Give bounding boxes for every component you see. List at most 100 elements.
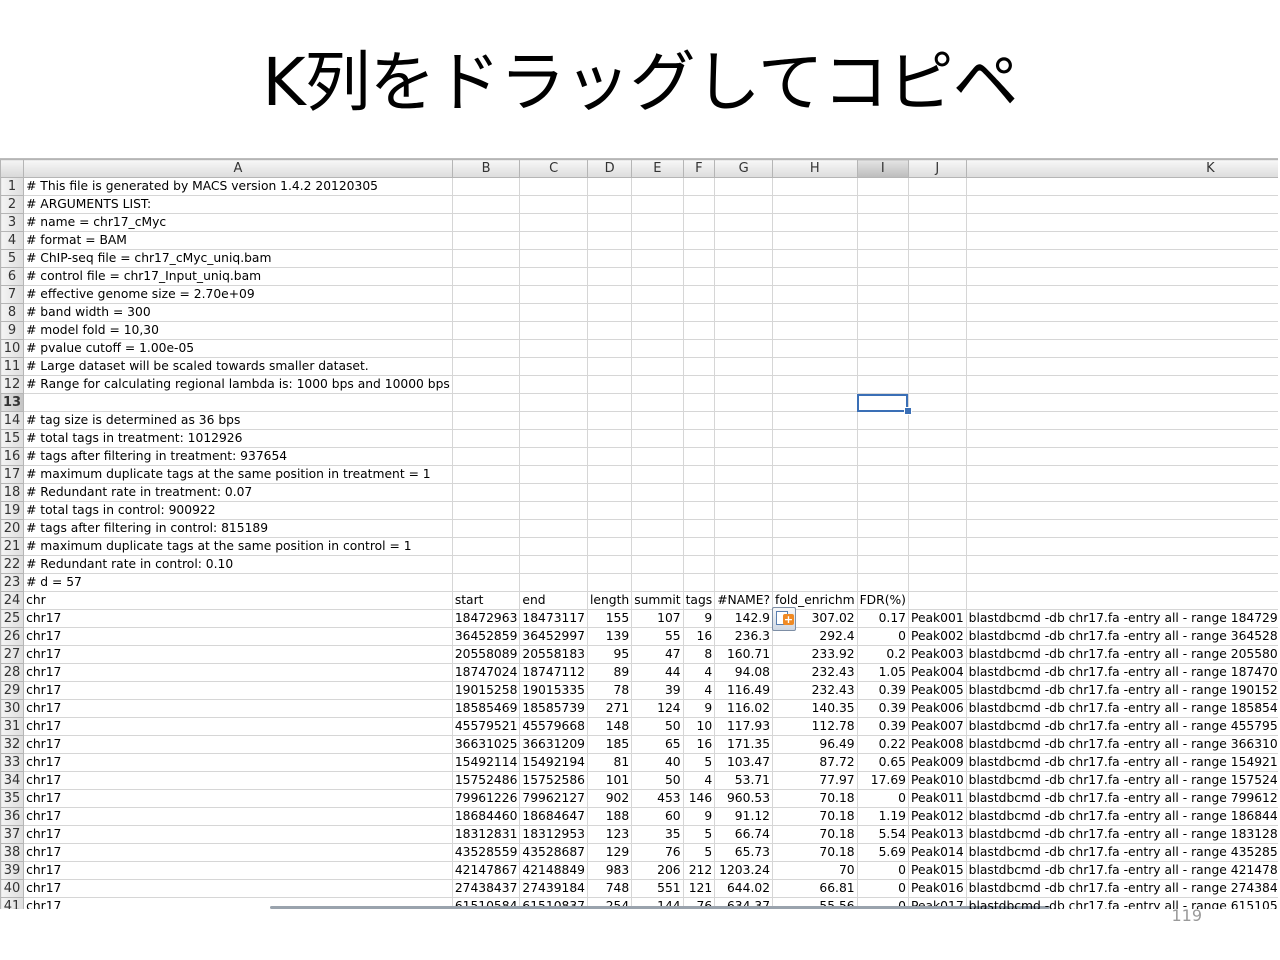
cell-length[interactable]: 188 — [586, 807, 633, 826]
cell[interactable] — [907, 537, 967, 556]
cell[interactable] — [631, 573, 684, 592]
row-header[interactable]: 17 — [0, 465, 25, 484]
cell[interactable] — [519, 519, 588, 538]
cell[interactable] — [683, 501, 716, 520]
cell-peak-name[interactable]: Peak012 — [907, 807, 967, 826]
cell-summit[interactable]: 60 — [631, 807, 684, 826]
cell-a[interactable]: # band width = 300 — [23, 303, 453, 322]
cell[interactable] — [519, 537, 588, 556]
cell[interactable] — [683, 249, 716, 268]
cell-length[interactable]: 81 — [586, 753, 633, 772]
row-header[interactable]: 34 — [0, 771, 25, 790]
cell[interactable] — [772, 465, 858, 484]
cell-peak-name[interactable]: Peak011 — [907, 789, 967, 808]
cell[interactable] — [907, 591, 967, 610]
cell[interactable] — [965, 555, 1278, 574]
cell-length[interactable]: 983 — [586, 861, 633, 880]
cell-fold[interactable]: 112.78 — [772, 717, 858, 736]
cell[interactable] — [907, 321, 967, 340]
cell-length[interactable]: 89 — [586, 663, 633, 682]
cell-start[interactable]: 36452859 — [451, 627, 521, 646]
cell-a[interactable]: # control file = chr17_Input_uniq.bam — [23, 267, 453, 286]
row-header[interactable]: 28 — [0, 663, 25, 682]
cell-summit[interactable]: 50 — [631, 771, 684, 790]
cell-chr[interactable]: chr17 — [23, 663, 453, 682]
cell[interactable] — [714, 393, 774, 412]
cell[interactable] — [587, 267, 633, 286]
cell[interactable] — [587, 357, 633, 376]
cell-blast-command[interactable]: blastdbcmd -db chr17.fa -entry all - ran… — [965, 753, 1278, 772]
cell[interactable] — [772, 357, 858, 376]
cell-start[interactable]: 45579521 — [451, 717, 521, 736]
cell[interactable] — [519, 375, 588, 394]
column-header-e[interactable]: E — [631, 159, 684, 178]
cell[interactable] — [683, 195, 716, 214]
cell-tags[interactable]: 4 — [682, 681, 716, 700]
cell[interactable] — [856, 555, 909, 574]
cell[interactable] — [907, 303, 967, 322]
cell[interactable] — [856, 303, 909, 322]
row-header[interactable]: 11 — [0, 357, 25, 376]
cell[interactable] — [907, 501, 967, 520]
row-header[interactable]: 18 — [0, 483, 25, 502]
cell[interactable] — [631, 357, 684, 376]
cell[interactable] — [965, 519, 1278, 538]
cell-tags[interactable]: 5 — [682, 753, 716, 772]
cell[interactable] — [452, 411, 521, 430]
cell[interactable] — [965, 213, 1278, 232]
cell-peak-name[interactable]: Peak009 — [907, 753, 967, 772]
cell[interactable] — [907, 429, 967, 448]
cell[interactable] — [631, 177, 684, 196]
cell-summit[interactable]: 55 — [631, 627, 684, 646]
cell-tags[interactable]: 4 — [682, 771, 716, 790]
cell-end[interactable]: 18684647 — [519, 807, 588, 826]
cell[interactable] — [452, 339, 521, 358]
cell-start[interactable]: 18312831 — [451, 825, 521, 844]
cell[interactable] — [714, 213, 774, 232]
cell[interactable] — [631, 537, 684, 556]
cell-name[interactable]: 236.3 — [714, 627, 774, 646]
cell-peak-name[interactable]: Peak013 — [907, 825, 967, 844]
cell-a[interactable]: # pvalue cutoff = 1.00e-05 — [23, 339, 453, 358]
cell[interactable] — [965, 393, 1278, 412]
cell-chr[interactable]: chr17 — [23, 879, 453, 898]
cell[interactable] — [907, 393, 967, 412]
cell[interactable] — [631, 429, 684, 448]
cell-end[interactable]: 36452997 — [519, 627, 588, 646]
cell[interactable] — [519, 501, 588, 520]
row-header[interactable]: 19 — [0, 501, 25, 520]
cell-length[interactable]: 155 — [586, 609, 633, 628]
cell-name[interactable]: 116.02 — [714, 699, 774, 718]
cell-blast-command[interactable]: blastdbcmd -db chr17.fa -entry all - ran… — [965, 825, 1278, 844]
cell[interactable] — [452, 375, 521, 394]
cell[interactable] — [714, 501, 774, 520]
cell[interactable] — [519, 303, 588, 322]
cell[interactable] — [683, 555, 716, 574]
cell-end[interactable]: 15752586 — [519, 771, 588, 790]
cell[interactable] — [907, 483, 967, 502]
cell-name[interactable]: 65.73 — [714, 843, 774, 862]
cell-peak-name[interactable]: Peak002 — [907, 627, 967, 646]
cell[interactable] — [519, 249, 588, 268]
cell[interactable] — [519, 339, 588, 358]
cell[interactable] — [965, 465, 1278, 484]
cell[interactable] — [907, 573, 967, 592]
cell[interactable] — [856, 501, 909, 520]
cell-fdr[interactable]: 0.65 — [856, 753, 909, 772]
cell[interactable] — [519, 429, 588, 448]
cell[interactable] — [587, 285, 633, 304]
cell-name[interactable]: 117.93 — [714, 717, 774, 736]
cell-fold[interactable]: 70.18 — [772, 843, 858, 862]
cell-start[interactable]: 15492114 — [451, 753, 521, 772]
row-header[interactable]: 26 — [0, 627, 25, 646]
cell-tags[interactable]: 9 — [682, 807, 716, 826]
cell-name[interactable]: 160.71 — [714, 645, 774, 664]
column-header-a[interactable]: A — [23, 159, 453, 178]
cell[interactable] — [631, 411, 684, 430]
cell[interactable] — [856, 177, 909, 196]
cell-start[interactable]: 27438437 — [451, 879, 521, 898]
cell[interactable] — [907, 375, 967, 394]
cell-peak-name[interactable]: Peak005 — [907, 681, 967, 700]
cell[interactable] — [772, 519, 858, 538]
cell-chr[interactable]: chr17 — [23, 807, 453, 826]
